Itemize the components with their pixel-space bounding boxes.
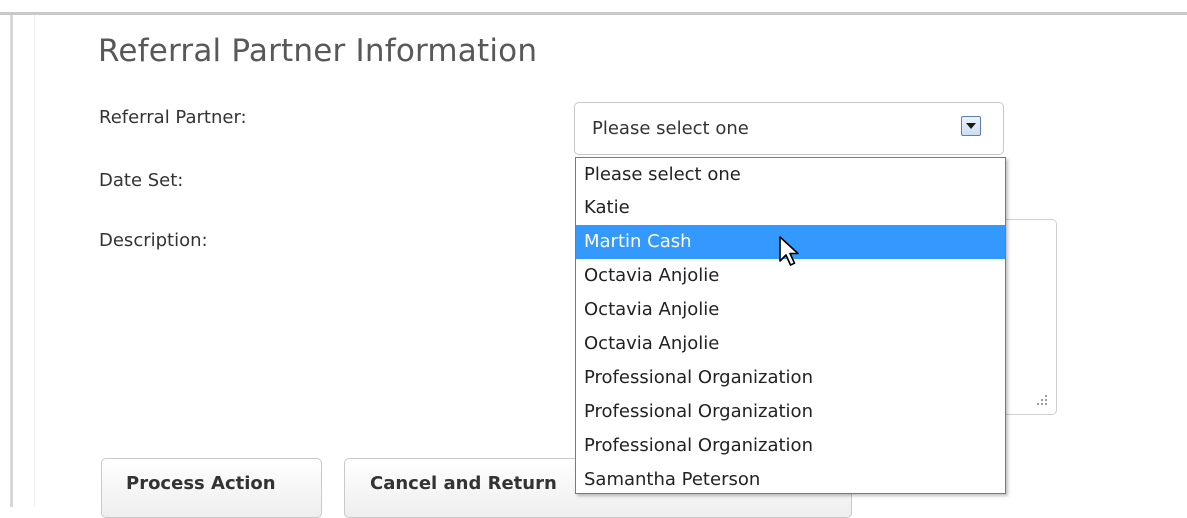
chevron-down-icon[interactable] bbox=[961, 116, 981, 136]
top-border bbox=[0, 12, 1187, 15]
section-title: Referral Partner Information bbox=[98, 33, 538, 69]
process-action-button[interactable]: Process Action bbox=[101, 458, 322, 518]
cancel-and-return-label: Cancel and Return bbox=[370, 473, 557, 494]
dropdown-option[interactable]: Katie bbox=[576, 191, 1005, 225]
dropdown-option[interactable]: Please select one bbox=[576, 158, 1005, 191]
referral-partner-select[interactable]: Please select one bbox=[574, 102, 1004, 155]
dropdown-option[interactable]: Professional Organization bbox=[576, 361, 1005, 395]
left-border bbox=[10, 15, 13, 507]
dropdown-option[interactable]: Octavia Anjolie bbox=[576, 293, 1005, 327]
dropdown-option[interactable]: Samantha Peterson bbox=[576, 463, 1005, 497]
description-label: Description: bbox=[99, 230, 208, 251]
resize-grip-icon[interactable] bbox=[1036, 394, 1048, 406]
dropdown-option[interactable]: Octavia Anjolie bbox=[576, 327, 1005, 361]
left-inner-border bbox=[34, 15, 35, 507]
dropdown-option[interactable]: Professional Organization bbox=[576, 429, 1005, 463]
referral-partner-label: Referral Partner: bbox=[99, 107, 247, 128]
referral-partner-select-value: Please select one bbox=[592, 118, 749, 139]
referral-partner-dropdown-list[interactable]: Please select one Katie Martin Cash Octa… bbox=[575, 157, 1006, 494]
date-set-label: Date Set: bbox=[99, 170, 184, 191]
mouse-pointer-icon bbox=[779, 236, 799, 266]
process-action-label: Process Action bbox=[126, 473, 276, 494]
description-textarea[interactable] bbox=[1000, 219, 1057, 415]
dropdown-option[interactable]: Professional Organization bbox=[576, 395, 1005, 429]
